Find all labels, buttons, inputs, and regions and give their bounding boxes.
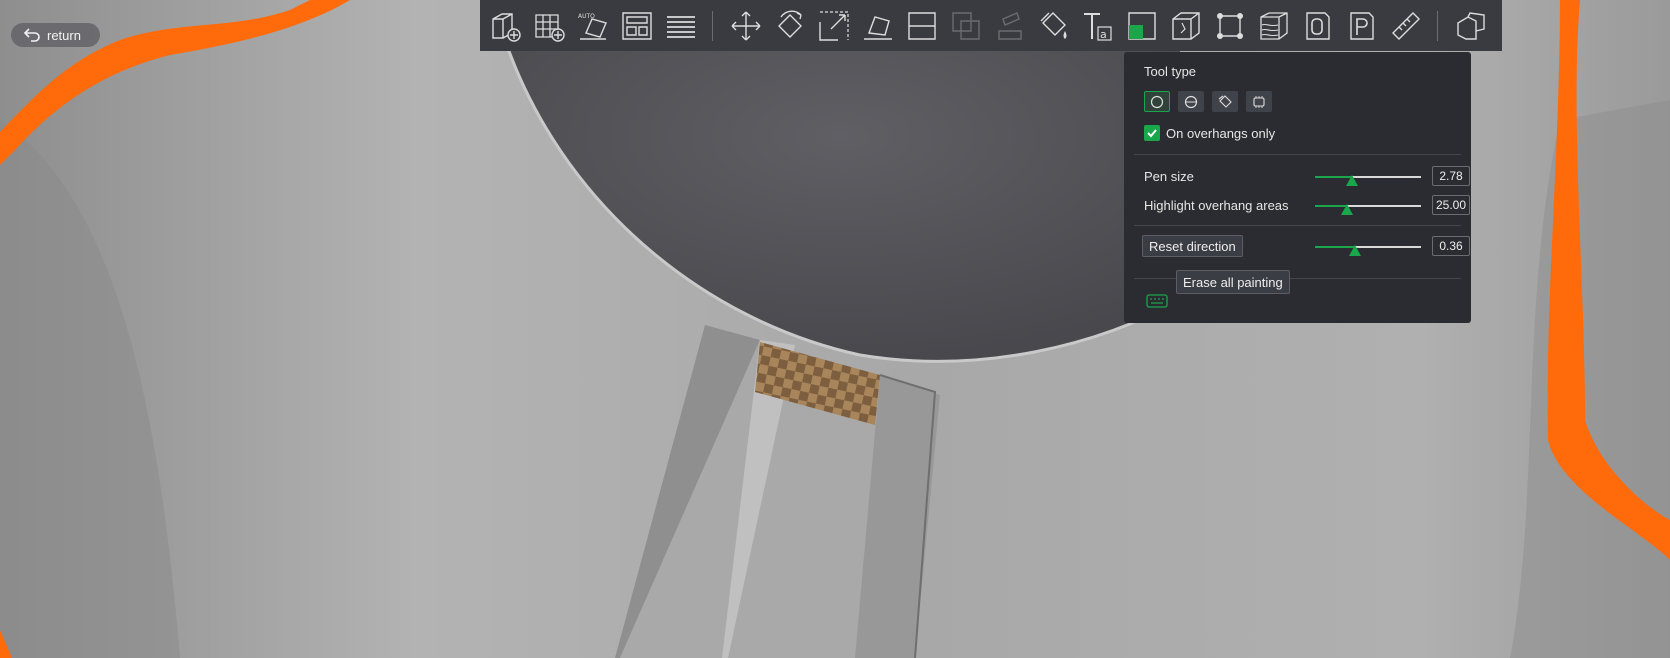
boolean-button[interactable] [947,7,985,45]
pen-size-slider[interactable] [1315,175,1421,186]
boolean-icon [952,11,980,40]
scale-icon [819,10,849,41]
highlight-overhang-label: Highlight overhang areas [1144,198,1289,213]
text-icon: a [1084,12,1112,41]
arrange-button[interactable] [618,7,656,45]
fix-model-button[interactable] [1167,7,1205,45]
keyboard-icon[interactable] [1146,293,1168,309]
direction-value[interactable]: 0.36 [1432,236,1470,256]
color-painting-button[interactable] [1035,7,1073,45]
tool-type-circle-button[interactable] [1144,91,1170,112]
ruler-icon [1392,11,1420,40]
tool-type-gap-fill-button[interactable] [1246,91,1272,112]
svg-text:a: a [1100,28,1107,41]
return-label: return [47,27,81,43]
lay-on-face-button[interactable] [859,7,897,45]
add-plate-button[interactable] [530,7,568,45]
overhangs-only-row: On overhangs only [1144,125,1275,141]
support-paint-icon [998,11,1022,40]
toolbar-separator [712,10,713,41]
auto-orient-button[interactable]: AUTO [574,7,612,45]
pen-size-row: Pen size 2.78 [1144,166,1470,188]
overhangs-only-label: On overhangs only [1166,125,1276,141]
measure-button[interactable] [1387,7,1425,45]
text-button[interactable]: a [1079,7,1117,45]
circle-brush-icon [1150,95,1164,108]
split-layers-button[interactable] [662,7,700,45]
cut-icon [908,11,936,40]
highlight-overhang-row: Highlight overhang areas 25.00 [1144,195,1470,217]
fill-bucket-icon [1218,94,1232,108]
fix-model-icon [1172,11,1200,40]
main-toolbar: AUTO a [480,0,1502,51]
object-info-button[interactable] [1299,7,1337,45]
highlight-overhang-slider-thumb[interactable] [1340,204,1353,215]
rotate-icon [778,10,802,38]
seam-painting-button[interactable] [1123,7,1161,45]
toolbar-separator [1437,10,1438,41]
lay-on-face-icon [864,15,892,40]
bounds-icon [1217,12,1243,39]
arrange-icon [622,11,652,40]
assemble-button[interactable] [1452,7,1490,45]
divider [1134,225,1461,226]
pen-size-label: Pen size [1144,169,1194,184]
move-arrows-icon [731,11,761,40]
variable-layer-height-button[interactable] [1255,7,1293,45]
support-painting-panel: Tool type On overhangs only Pen size 2.7… [1124,52,1471,323]
object-0-icon [1306,11,1330,40]
return-button[interactable]: return [11,23,100,47]
pen-size-slider-thumb[interactable] [1346,175,1359,186]
cube-plus-icon [492,12,521,42]
plate-info-button[interactable] [1343,7,1381,45]
reset-direction-button[interactable]: Reset direction [1142,235,1243,257]
tool-type-fill-button[interactable] [1212,91,1238,112]
highlight-overhang-value[interactable]: 25.00 [1432,195,1470,215]
undo-arrow-icon [23,28,40,42]
gap-fill-icon [1253,95,1265,108]
direction-row: Reset direction 0.36 [1142,235,1470,258]
support-painting-button[interactable] [991,7,1029,45]
erase-all-painting-button[interactable]: Erase all painting [1176,270,1290,294]
sphere-brush-icon [1184,95,1198,108]
auto-orient-icon: AUTO [578,13,607,40]
divider [1134,154,1461,155]
scale-button[interactable] [815,7,853,45]
move-button[interactable] [727,7,765,45]
checkmark-icon [1147,129,1157,138]
layers-icon [667,15,695,38]
plate-p-icon [1350,11,1374,40]
rotate-button[interactable] [771,7,809,45]
variable-layer-icon [1260,11,1288,40]
add-object-button[interactable] [486,7,524,45]
seam-icon [1128,11,1156,40]
direction-slider-thumb[interactable] [1349,245,1362,256]
direction-slider[interactable] [1315,245,1421,256]
tool-type-title: Tool type [1144,64,1197,79]
overhangs-only-checkbox[interactable] [1144,125,1160,141]
assemble-icon [1457,11,1485,40]
paint-bucket-icon [1040,11,1067,39]
tool-type-sphere-button[interactable] [1178,91,1204,112]
measure-bounds-button[interactable] [1211,7,1249,45]
pen-size-value[interactable]: 2.78 [1432,166,1470,186]
grid-plus-icon [535,13,565,42]
tool-type-group [1144,91,1280,112]
highlight-overhang-slider[interactable] [1315,204,1421,215]
cut-button[interactable] [903,7,941,45]
